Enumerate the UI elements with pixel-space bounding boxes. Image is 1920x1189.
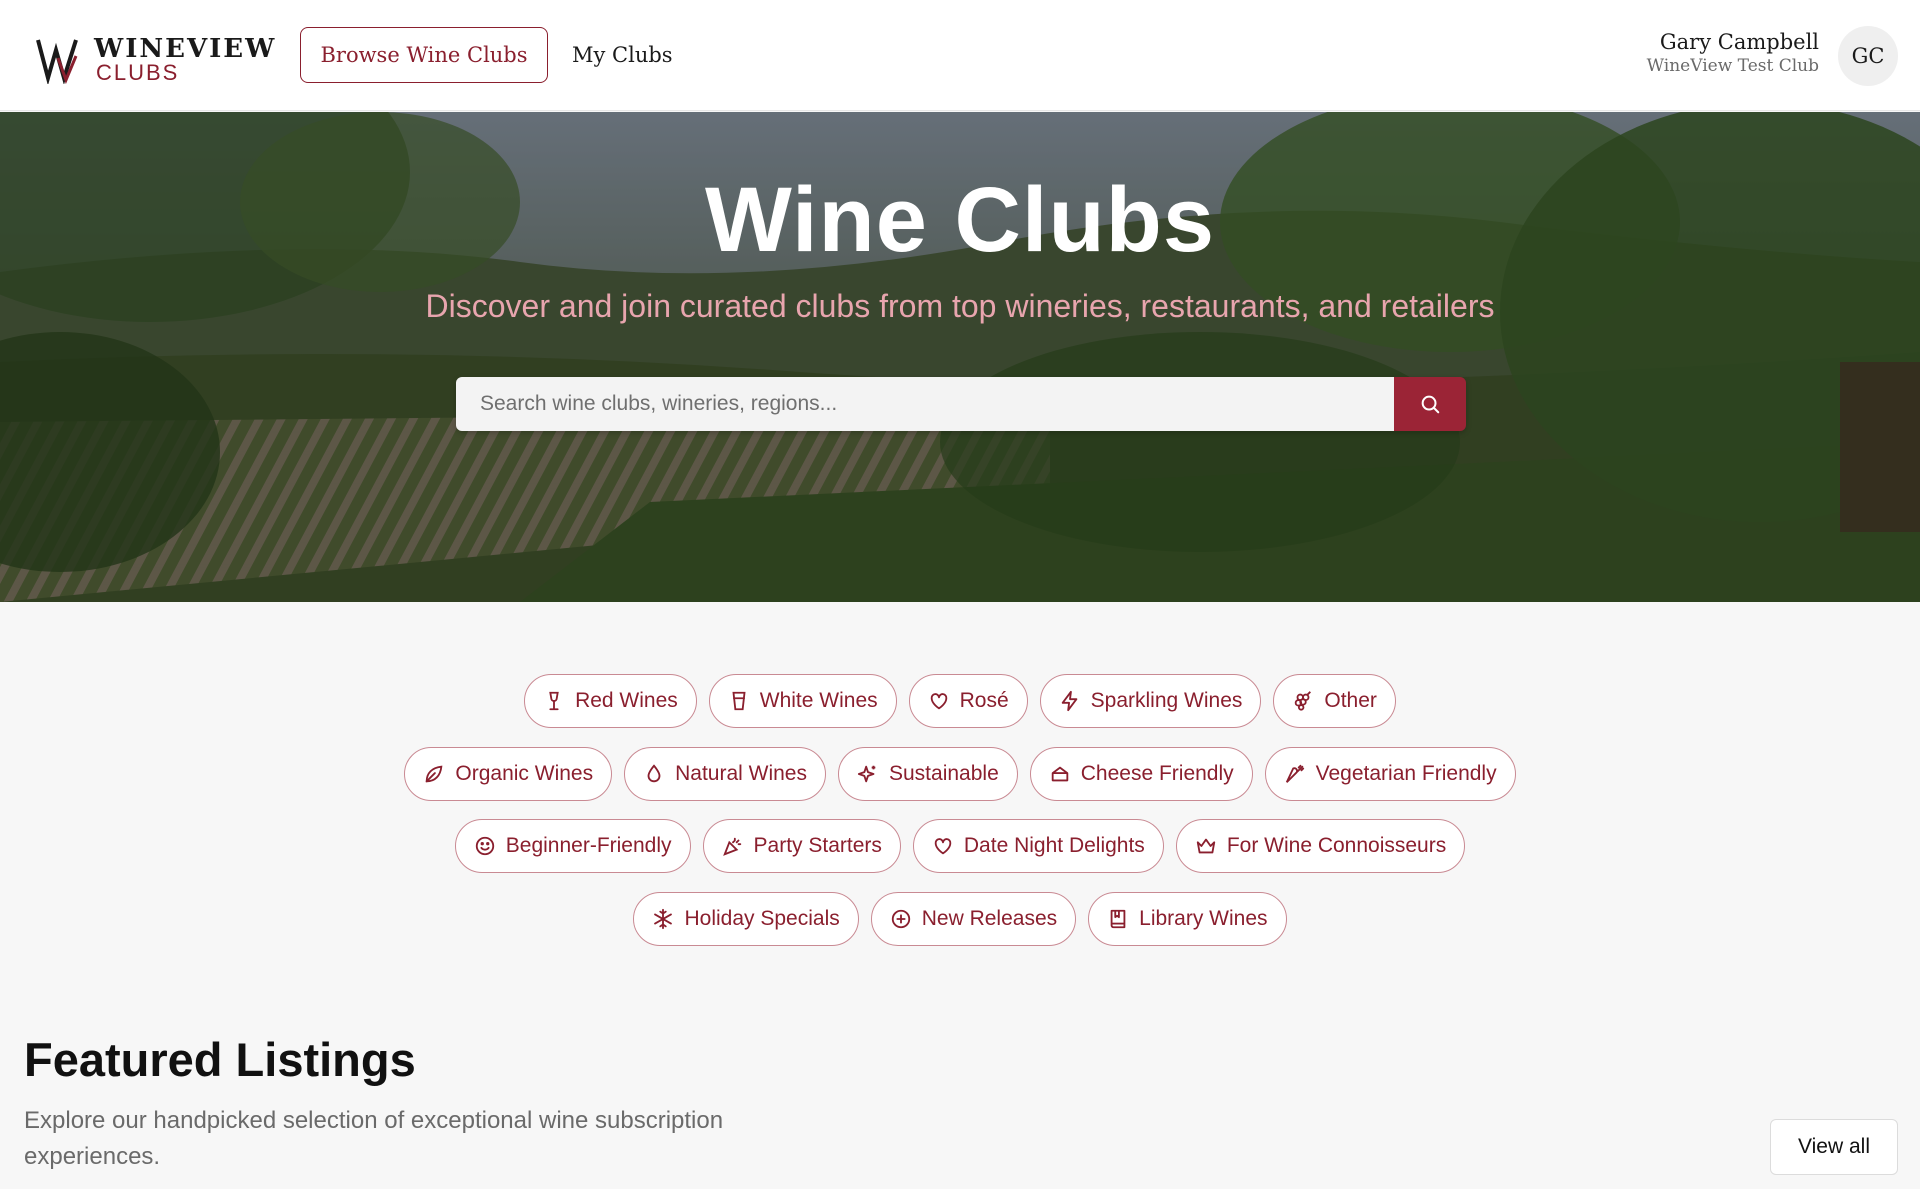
category-filters: Red Wines White Wines Rosé Sparkling Win… (0, 674, 1920, 965)
chip-beginner-friendly[interactable]: Beginner-Friendly (454, 819, 691, 873)
chip-white-wines[interactable]: White Wines (708, 674, 897, 728)
my-clubs-tab[interactable]: My Clubs (560, 27, 685, 83)
page-title: Wine Clubs (704, 169, 1216, 271)
plus-circle-icon (891, 909, 910, 929)
grapes-icon (1295, 691, 1312, 711)
chip-label: Organic Wines (455, 762, 594, 785)
avatar[interactable]: GC (1838, 26, 1898, 86)
chip-sparkling-wines[interactable]: Sparkling Wines (1039, 674, 1262, 728)
leaf-icon (426, 765, 443, 783)
chip-label: Holiday Specials (684, 907, 840, 930)
book-icon (1110, 909, 1126, 929)
snowflake-icon (654, 908, 673, 930)
droplet-icon (647, 764, 661, 783)
logo-subtitle: CLUBS (96, 60, 180, 85)
carrot-icon (1285, 764, 1304, 783)
chip-rose[interactable]: Rosé (908, 674, 1028, 728)
search-button[interactable] (1394, 377, 1466, 431)
chip-row: Red Wines White Wines Rosé Sparkling Win… (0, 674, 1920, 728)
chip-sustainable[interactable]: Sustainable (838, 747, 1018, 801)
sparkles-icon (857, 765, 876, 783)
chip-organic-wines[interactable]: Organic Wines (404, 747, 613, 801)
chip-label: Sustainable (889, 762, 999, 785)
chip-new-releases[interactable]: New Releases (870, 892, 1077, 946)
chip-label: Rosé (959, 689, 1009, 712)
chip-label: Party Starters (753, 834, 882, 857)
chip-cheese-friendly[interactable]: Cheese Friendly (1029, 747, 1253, 801)
party-popper-icon (722, 837, 741, 856)
chip-label: New Releases (921, 907, 1058, 930)
crown-icon (1196, 838, 1215, 854)
chip-label: Red Wines (575, 689, 678, 712)
chip-label: Sparkling Wines (1090, 689, 1243, 712)
browse-wine-clubs-tab[interactable]: Browse Wine Clubs (300, 27, 548, 83)
user-club: WineView Test Club (1646, 56, 1819, 76)
smile-icon (475, 836, 494, 856)
user-name: Gary Campbell (1659, 30, 1819, 54)
cup-icon (732, 691, 746, 711)
chip-row: Holiday Specials New Releases Library Wi… (0, 892, 1920, 946)
hero-banner: Wine Clubs Discover and join curated clu… (0, 112, 1920, 602)
hero-subtitle: Discover and join curated clubs from top… (425, 288, 1495, 324)
chip-library-wines[interactable]: Library Wines (1088, 892, 1287, 946)
chip-label: Beginner-Friendly (505, 834, 672, 857)
chip-row: Organic Wines Natural Wines Sustainable … (0, 747, 1920, 801)
chip-other[interactable]: Other (1273, 674, 1396, 728)
chip-date-night-delights[interactable]: Date Night Delights (912, 819, 1164, 873)
view-all-button[interactable]: View all (1770, 1119, 1898, 1175)
lightning-icon (1061, 690, 1077, 712)
chip-for-wine-connoisseurs[interactable]: For Wine Connoisseurs (1175, 819, 1466, 873)
chip-label: For Wine Connoisseurs (1226, 834, 1447, 857)
heart-icon (930, 693, 947, 710)
featured-listings-description: Explore our handpicked selection of exce… (24, 1107, 724, 1170)
chip-holiday-specials[interactable]: Holiday Specials (633, 892, 859, 946)
chip-vegetarian-friendly[interactable]: Vegetarian Friendly (1264, 747, 1516, 801)
chip-red-wines[interactable]: Red Wines (524, 674, 697, 728)
chip-label: Natural Wines (675, 762, 807, 785)
wineview-logo[interactable]: WINEVIEW CLUBS (36, 32, 274, 88)
chip-label: Library Wines (1139, 907, 1268, 930)
chip-label: Other (1324, 689, 1377, 712)
chip-party-starters[interactable]: Party Starters (702, 819, 901, 873)
wineview-logo-mark (36, 39, 78, 84)
chip-label: Vegetarian Friendly (1315, 762, 1497, 785)
wine-glass-icon (549, 691, 559, 711)
cheese-icon (1051, 766, 1068, 782)
chip-natural-wines[interactable]: Natural Wines (624, 747, 826, 801)
search-icon (1421, 395, 1440, 414)
search-input[interactable] (456, 377, 1394, 431)
heart-icon (934, 838, 952, 855)
chip-row: Beginner-Friendly Party Starters Date Ni… (0, 819, 1920, 873)
chip-label: White Wines (759, 689, 878, 712)
chip-label: Cheese Friendly (1080, 762, 1234, 785)
featured-listings-heading: Featured Listings (24, 1033, 416, 1086)
chip-label: Date Night Delights (963, 834, 1145, 857)
search-bar (456, 377, 1466, 431)
top-header: WINEVIEW CLUBS Browse Wine Clubs My Club… (0, 0, 1920, 111)
